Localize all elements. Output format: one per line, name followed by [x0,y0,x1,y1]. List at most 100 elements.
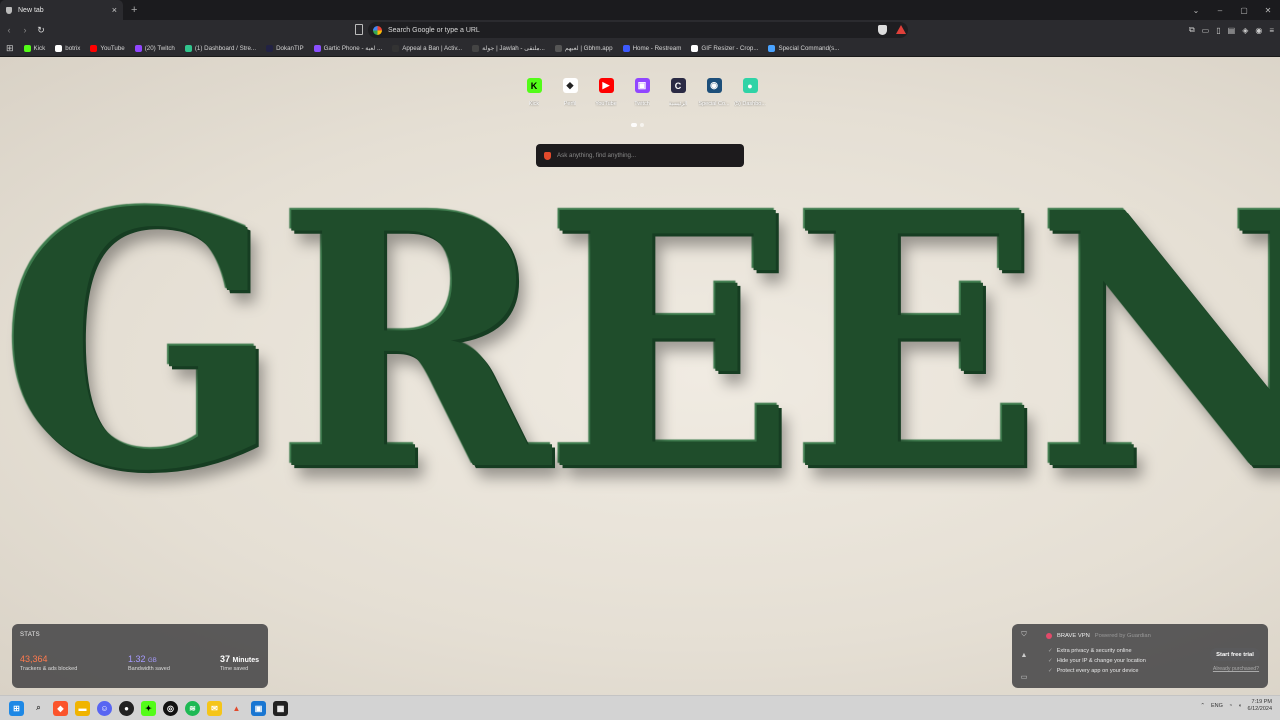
bookmark-item[interactable]: (1) Dashboard / Stre... [184,44,257,52]
top-site-label: الرئيسية [668,101,688,107]
address-bar[interactable]: Search Google or type a URL [368,22,908,38]
bookmark-item[interactable]: لعبهم | Gbhm.app [554,44,613,52]
top-site-icon: ▶ [598,78,614,93]
vpn-card-icon[interactable]: ▭ [1021,673,1028,681]
bookmark-favicon-icon [392,44,400,52]
terminal-icon[interactable]: ▦ [273,700,288,716]
vpn-feature-item: Hide your IP & change your location [1048,656,1146,666]
discord-icon[interactable]: ☺ [97,700,112,716]
bookmark-label: Home - Restream [632,44,682,52]
bookmark-item[interactable]: GIF Resizer - Crop... [691,44,759,52]
top-site-label: Special Co... [698,101,730,107]
close-button[interactable]: ✕ [1256,6,1280,15]
mail-icon[interactable]: ✉ [207,700,222,716]
brave-icon[interactable]: ◆ [53,700,68,716]
bookmark-favicon-icon [313,44,321,52]
brave-shields-icon[interactable] [878,25,887,35]
top-site-tile[interactable]: C الرئيسية [664,78,692,107]
search-icon[interactable]: ⌕ [31,701,46,716]
tray-chevron-icon[interactable]: ⌃ [1200,703,1205,709]
address-placeholder: Search Google or type a URL [388,26,480,34]
top-site-tile[interactable]: ● (5) Dashbo... [734,78,766,107]
bookmark-item[interactable]: Appeal a Ban | Activ... [392,44,462,52]
wallet-icon[interactable]: ▤ [1228,26,1236,35]
brave-rewards-icon[interactable] [896,25,906,34]
affinity-icon[interactable]: ▲ [229,701,244,716]
network-icon[interactable]: ◔ [1229,703,1232,709]
bookmark-label: GIF Resizer - Crop... [701,44,759,52]
vpn-widget: ⛉ ▲ ▭ BRAVE VPN Powered by Guardian Extr… [1012,624,1268,688]
forward-icon[interactable]: › [18,25,32,35]
top-site-label: Twitch [634,101,650,107]
bookmark-label: DokanTIP [276,44,304,52]
vpn-powered: Powered by Guardian [1094,633,1151,639]
bookmark-label: (1) Dashboard / Stre... [194,44,257,52]
top-site-tile[interactable]: ◆ Perfil [556,78,584,107]
bookmark-item[interactable]: Home - Restream [622,44,682,52]
google-icon [373,25,382,35]
top-site-icon: ▣ [634,78,650,93]
top-site-tile[interactable]: ▣ Twitch [628,78,656,107]
vpn-title: BRAVE VPN [1057,633,1090,639]
brave-shield-icon [6,6,12,14]
vpn-icon[interactable]: ◈ [1242,26,1248,35]
maximize-button[interactable]: ▢ [1232,6,1256,15]
chatgpt-icon[interactable]: ◎ [163,700,178,716]
time-stat: 37 Minutes Time saved [220,654,259,672]
spotify-icon[interactable]: ≋ [185,700,200,716]
file-explorer-icon[interactable]: ▬ [75,700,90,716]
top-site-tile[interactable]: ▶ YouTube [592,78,620,107]
tab-close-icon[interactable]: × [112,5,117,15]
top-sites-pager[interactable] [631,123,644,127]
extensions-icon[interactable]: ⧉ [1189,25,1195,35]
bookmark-item[interactable]: botrix [55,44,80,52]
top-site-icon: ◆ [562,78,578,93]
bookmark-favicon-icon [472,44,480,52]
obs-icon[interactable]: ● [119,700,134,716]
vpn-feature-item: Extra privacy & security online [1048,646,1146,656]
bookmark-favicon-icon [622,44,630,52]
vpn-features: Extra privacy & security onlineHide your… [1048,646,1146,676]
new-tab-button[interactable]: + [131,4,137,16]
search-box[interactable]: Ask anything, find anything... [536,144,744,167]
leo-icon[interactable]: ▭ [1202,26,1210,35]
tab-new-tab[interactable]: New tab × [0,0,123,20]
vpn-up-icon[interactable]: ▲ [1021,652,1028,659]
clock[interactable]: 7:19 PM 6/12/2024 [1248,699,1272,713]
top-site-icon: C [670,78,686,93]
app-window-icon[interactable]: ▣ [251,700,266,716]
bookmark-favicon-icon [23,44,31,52]
search-placeholder: Ask anything, find anything... [557,152,637,159]
top-site-tile[interactable]: K Kick [520,78,548,107]
bookmark-item[interactable]: YouTube [90,44,125,52]
bookmark-item[interactable]: (20) Twitch [134,44,175,52]
kick-icon[interactable]: ✦ [141,700,156,716]
top-sites: K Kick ◆ Perfil ▶ YouTube ▣ Twitch C الرئيسية ◉ Spe… [520,78,766,107]
reload-icon[interactable]: ↻ [34,25,48,36]
bookmark-item[interactable]: Special Command(s... [768,44,839,52]
tab-search-dropdown-icon[interactable]: ⌄ [1184,6,1208,15]
vpn-shield-icon[interactable]: ⛉ [1021,631,1026,639]
bookmark-item[interactable]: Kick [23,44,45,52]
start-free-trial-button[interactable]: Start free trial [1210,648,1260,661]
language-indicator[interactable]: ENG [1211,703,1223,709]
menu-icon[interactable]: ≡ [1269,26,1274,35]
bandwidth-stat: 1.32 GB Bandwidth saved [128,654,170,672]
top-site-label: (5) Dashbo... [734,101,766,107]
sidebar-icon[interactable]: ▯ [1216,26,1220,35]
profile-icon[interactable]: ◉ [1255,26,1262,35]
minimize-button[interactable]: – [1208,6,1232,15]
bookmark-icon[interactable] [355,24,363,35]
trackers-stat: 43,364 Trackers & ads blocked [20,654,78,672]
apps-grid-icon[interactable]: ⊞ [6,43,14,54]
bookmark-item[interactable]: Gartic Phone - لعبة ... [313,44,382,52]
bookmark-item[interactable]: جولة | Jawlah - ملتقى... [472,44,545,52]
top-site-tile[interactable]: ◉ Special Co... [698,78,730,107]
bookmark-item[interactable]: DokanTIP [266,44,304,52]
back-icon[interactable]: ‹ [2,25,16,35]
bookmark-favicon-icon [691,44,699,52]
windows-start-icon[interactable]: ⊞ [9,700,24,716]
bookmark-label: جولة | Jawlah - ملتقى... [482,44,545,52]
already-purchased-link[interactable]: Already purchased? [1210,666,1262,672]
volume-icon[interactable]: ◖ [1238,703,1241,709]
